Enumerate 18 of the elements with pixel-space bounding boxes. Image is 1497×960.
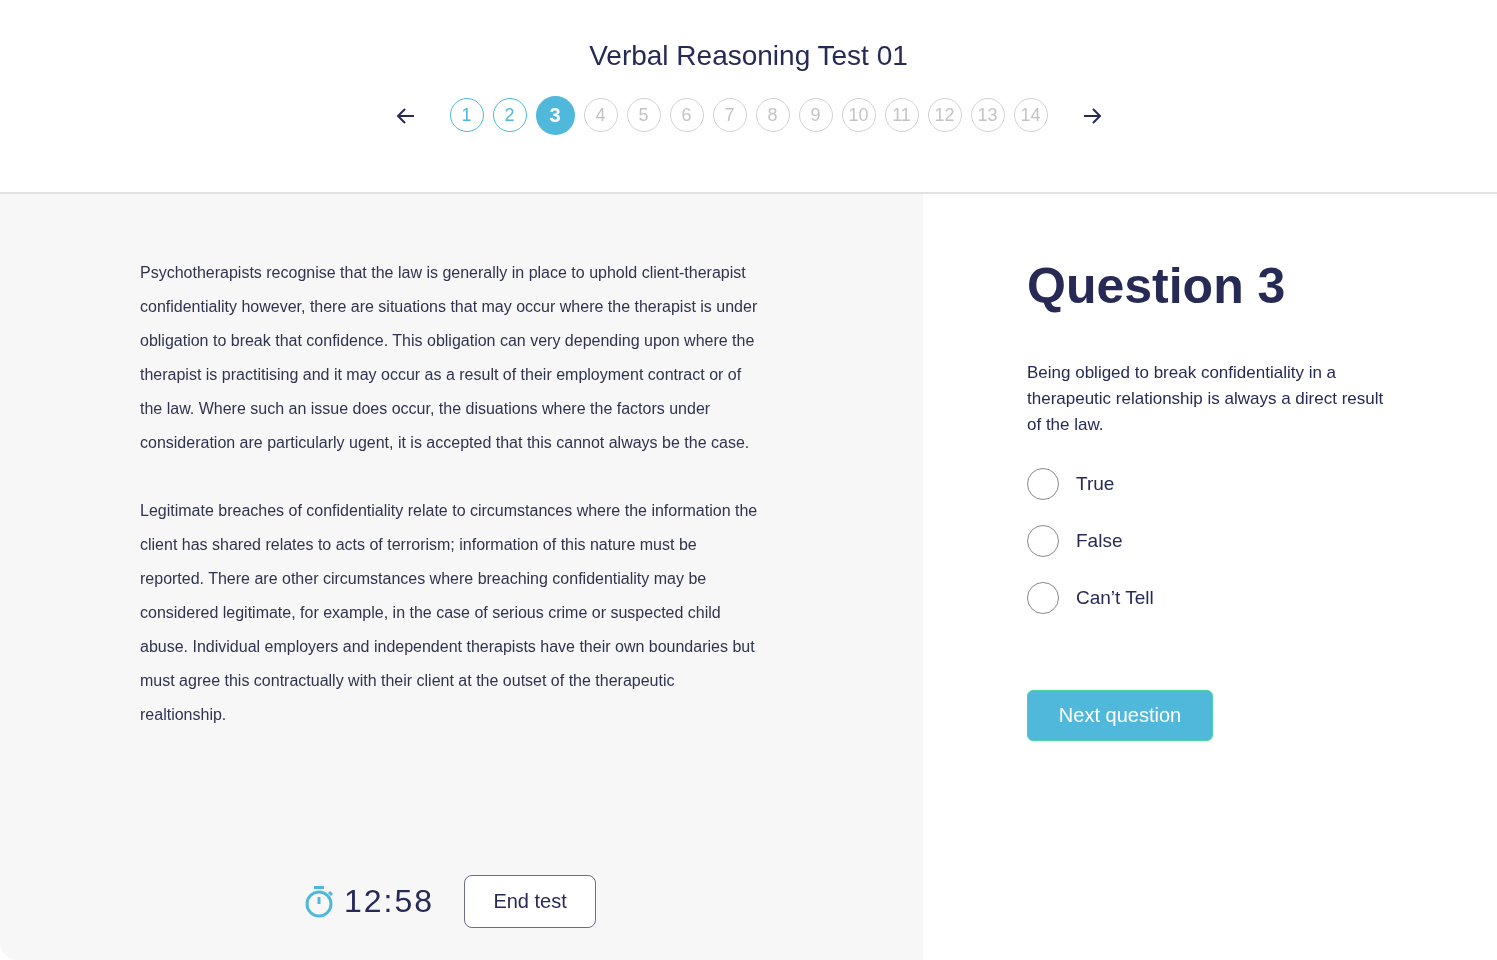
option-label[interactable]: Can’t Tell [1076, 587, 1154, 609]
radio-button[interactable] [1027, 582, 1059, 614]
page-title: Verbal Reasoning Test 01 [589, 40, 908, 72]
question-statement: Being obliged to break confidentiality in a therapeutic relationship is always a direct result of the law. [1027, 362, 1385, 436]
stopwatch-icon [304, 884, 334, 919]
timer-text: 12:58 [344, 883, 435, 920]
passage-paragraph: Legitimate breaches of confidentiality relate to circumstances where the information the client has shared relates to acts of terrorism; information of this nature must be reported. There are other circumstances where breaching confidentiality may be considered legitimate, for example, in the case of serious crime or suspected child abuse. Individual employers and independent therapists have their own boundaries but must agree this contractually with their client at the outset of the therapeutic realtionship. [140, 501, 759, 725]
arrow-left-icon[interactable] [395, 105, 416, 126]
radio-button[interactable] [1027, 468, 1059, 500]
option-label[interactable]: False [1076, 530, 1123, 552]
question-title: Question 3 [1027, 257, 1287, 316]
option-label[interactable]: True [1076, 473, 1115, 495]
question-number[interactable]: 3 [535, 96, 575, 135]
next-question-button[interactable]: Next question [1027, 690, 1213, 741]
arrow-right-icon[interactable] [1081, 105, 1102, 126]
end-test-button[interactable]: End test [464, 875, 597, 928]
radio-button[interactable] [1027, 525, 1059, 557]
passage-paragraph: Psychotherapists recognise that the law is generally in place to uphold client-therapist confidentiality however, there are situations that may occur where the therapist is under obligation to break that confidence. This obligation can very depending upon where the therapist is practitising and it may occur as a result of their employment contract or of the law. Where such an issue does occur, the disuations where the factors under consideration are particularly ugent, it is accepted that this cannot always be the case. [140, 263, 759, 453]
